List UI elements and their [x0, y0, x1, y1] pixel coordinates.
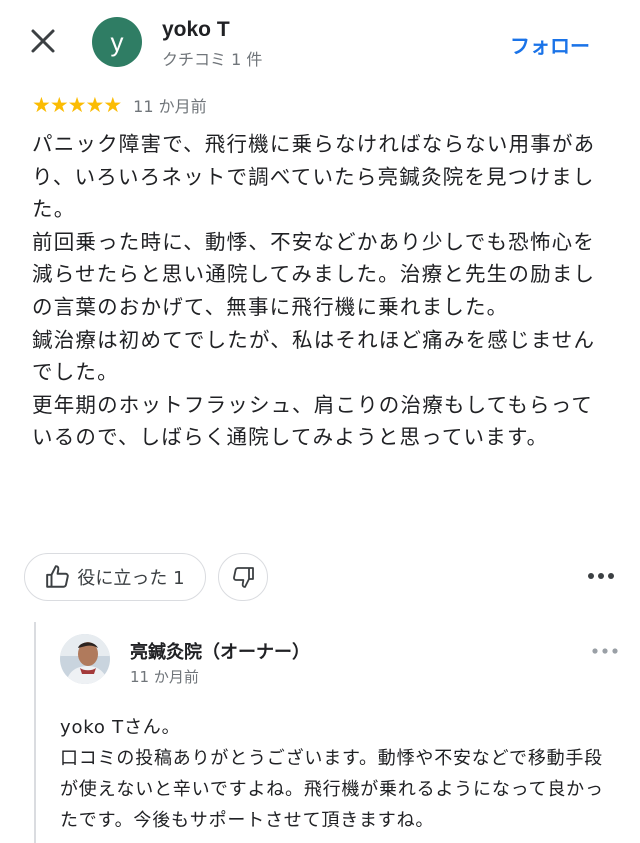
- star-rating: ★ ★ ★ ★ ★: [32, 93, 122, 117]
- helpful-label: 役に立った 1: [77, 568, 185, 589]
- reply-body: yoko Tさん。 口コミの投稿ありがとうございます。動悸や不安などで移動手段が…: [60, 712, 620, 836]
- reply-paragraph: 口コミの投稿ありがとうございます。動悸や不安などで移動手段が使えないと辛いですよ…: [60, 748, 604, 831]
- review-body: パニック障害で、飛行機に乗らなければならない用事があり、いろいろネットで調べてい…: [32, 128, 602, 454]
- more-options-button[interactable]: [586, 568, 616, 584]
- owner-avatar[interactable]: [60, 634, 110, 684]
- star-icon: ★: [49, 93, 69, 117]
- review-paragraph: パニック障害で、飛行機に乗らなければならない用事があり、いろいろネットで調べてい…: [32, 132, 596, 222]
- review-header: y yoko T クチコミ 1 件 フォロー: [0, 0, 640, 90]
- star-icon: ★: [32, 93, 51, 117]
- more-horizontal-icon: [588, 573, 614, 579]
- close-button[interactable]: [26, 24, 60, 58]
- review-date: 11 か月前: [133, 97, 207, 116]
- owner-photo-icon: [60, 634, 110, 684]
- owner-reply: 亮鍼灸院（オーナー） 11 か月前 yoko Tさん。 口コミの投稿ありがとうご…: [34, 622, 624, 843]
- close-icon: [31, 29, 55, 53]
- star-icon: ★: [67, 93, 87, 117]
- author-name[interactable]: yoko T: [162, 18, 230, 42]
- not-helpful-button[interactable]: [218, 553, 268, 601]
- helpful-button[interactable]: 役に立った 1: [24, 553, 206, 601]
- star-icon: ★: [103, 93, 122, 117]
- review-paragraph: 鍼治療は初めてでしたが、私はそれほど痛みを感じませんでした。: [32, 327, 596, 385]
- author-review-count: クチコミ 1 件: [162, 50, 263, 69]
- owner-name[interactable]: 亮鍼灸院（オーナー）: [130, 638, 310, 664]
- reply-paragraph: yoko Tさん。: [60, 717, 181, 738]
- author-avatar[interactable]: y: [92, 17, 142, 67]
- thumbs-down-icon: [233, 567, 254, 588]
- thumbs-up-icon: [46, 565, 70, 588]
- reply-more-options-button[interactable]: [590, 642, 620, 654]
- rating-row: ★ ★ ★ ★ ★ 11 か月前: [32, 94, 207, 116]
- star-icon: ★: [85, 93, 104, 117]
- follow-button[interactable]: フォロー: [510, 30, 590, 59]
- reply-date: 11 か月前: [130, 668, 199, 686]
- review-paragraph: 前回乗った時に、動悸、不安などかあり少しでも恐怖心を減らせたらと思い通院してみま…: [32, 229, 596, 319]
- more-horizontal-icon: [592, 648, 618, 654]
- review-paragraph: 更年期のホットフラッシュ、肩こりの治療もしてもらっているので、しばらく通院してみ…: [32, 392, 594, 450]
